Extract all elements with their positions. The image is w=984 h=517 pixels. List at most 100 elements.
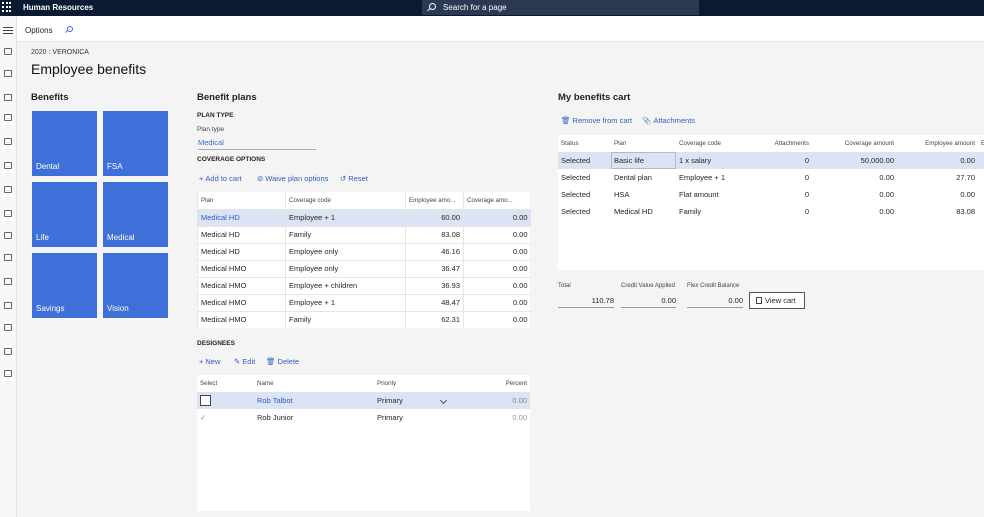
- app-launcher-icon[interactable]: [2, 2, 12, 12]
- plan-type-label: Plan type: [197, 126, 225, 133]
- column-header[interactable]: Plan: [611, 135, 676, 152]
- tile-vision[interactable]: Vision: [103, 253, 168, 318]
- waive-icon: ⊘: [257, 174, 264, 183]
- column-header[interactable]: Percent: [474, 375, 530, 392]
- nav-icon-12[interactable]: [4, 324, 12, 331]
- column-header[interactable]: Select: [197, 375, 254, 392]
- plus-icon: +: [199, 357, 204, 366]
- nav-icon-2[interactable]: [4, 94, 12, 101]
- cell-coverage-code: Employee only: [285, 259, 406, 277]
- cell-coverage-amount: 0.00: [879, 207, 894, 216]
- cell-plan: Medical HD: [197, 225, 286, 243]
- coverage-options-grid: Plan Coverage code Employee amo... Cover…: [197, 192, 531, 328]
- nav-icon-13[interactable]: [4, 348, 12, 355]
- nav-icon-4[interactable]: [4, 138, 12, 145]
- total-label: Total: [558, 283, 571, 289]
- nav-icon-3[interactable]: [4, 114, 12, 121]
- nav-icon-10[interactable]: [4, 278, 12, 285]
- column-header[interactable]: Coverage amo...: [463, 192, 531, 209]
- cell-select[interactable]: [197, 392, 254, 409]
- home-icon[interactable]: [4, 48, 12, 55]
- remove-from-cart-button[interactable]: 🗑 Remove from cart: [561, 116, 632, 125]
- tile-label: Savings: [36, 304, 65, 313]
- cell-coverage-amount: 0.00: [463, 276, 531, 294]
- table-row[interactable]: Medical HD Employee + 1 60.00 0.00: [197, 208, 531, 226]
- column-header[interactable]: Employee amount: [897, 135, 978, 152]
- cell-attachments: 0: [804, 190, 809, 199]
- tile-fsa[interactable]: FSA: [103, 111, 168, 176]
- cell-status: Selected: [561, 173, 591, 182]
- column-header[interactable]: Priority: [374, 375, 474, 392]
- cell-attachments: 0: [804, 207, 809, 216]
- nav-icon-6[interactable]: [4, 186, 12, 193]
- delete-designee-button[interactable]: 🗑 Delete: [266, 357, 299, 366]
- table-row[interactable]: Medical HD Family 83.08 0.00: [197, 225, 531, 243]
- select-checkbox[interactable]: [200, 395, 211, 406]
- cell-plan: Medical HD: [197, 208, 286, 226]
- options-tab[interactable]: Options: [25, 26, 53, 35]
- benefit-plans-title: Benefit plans: [197, 92, 257, 103]
- table-row[interactable]: Selected Dental plan Employee + 1 0 0.00…: [558, 169, 984, 186]
- page-search-box[interactable]: Search for a page: [422, 0, 699, 15]
- column-header[interactable]: Plan: [197, 192, 286, 209]
- tile-medical[interactable]: Medical: [103, 182, 168, 247]
- flex-credit-balance-value: 0.00: [687, 296, 743, 308]
- table-row[interactable]: Medical HMO Employee only 36.47 0.00: [197, 259, 531, 277]
- table-row[interactable]: Medical HMO Employee + children 36.93 0.…: [197, 276, 531, 294]
- table-row[interactable]: Selected Basic life 1 x salary 0 50,000.…: [558, 152, 984, 169]
- column-header[interactable]: Coverage code: [676, 135, 752, 152]
- tile-dental[interactable]: Dental: [32, 111, 97, 176]
- column-header[interactable]: E: [978, 135, 984, 152]
- column-header[interactable]: Attachments: [752, 135, 812, 152]
- reset-button[interactable]: ↺ Reset: [340, 174, 368, 183]
- delete-label: Delete: [277, 357, 300, 366]
- benefits-cart-title: My benefits cart: [558, 92, 631, 103]
- cell-select[interactable]: ✓: [197, 409, 254, 426]
- nav-icon-1[interactable]: [4, 70, 12, 77]
- cell-employee-amount: 62.31: [405, 310, 464, 328]
- plan-type-field[interactable]: Medical: [198, 138, 316, 150]
- cart-icon: [756, 297, 762, 304]
- cell-plan[interactable]: Basic life: [611, 152, 676, 169]
- cell-priority[interactable]: Primary: [374, 392, 474, 409]
- column-header[interactable]: Status: [558, 135, 611, 152]
- edit-designee-button[interactable]: ✎ Edit: [234, 357, 255, 366]
- column-header[interactable]: Coverage amount: [812, 135, 897, 152]
- nav-icon-11[interactable]: [4, 302, 12, 309]
- cell-coverage-code: Employee + 1: [679, 173, 726, 182]
- view-cart-button[interactable]: View cart: [749, 292, 805, 309]
- pencil-icon: ✎: [234, 357, 241, 366]
- table-row[interactable]: Selected HSA Flat amount 0 0.00 0.00: [558, 186, 984, 203]
- new-designee-button[interactable]: + New: [199, 357, 220, 366]
- add-to-cart-button[interactable]: + Add to cart: [199, 174, 242, 183]
- tile-savings[interactable]: Savings: [32, 253, 97, 318]
- waive-plan-options-button[interactable]: ⊘ Waive plan options: [257, 174, 328, 183]
- table-row[interactable]: Medical HMO Employee + 1 48.47 0.00: [197, 293, 531, 311]
- nav-icon-7[interactable]: [4, 210, 12, 217]
- cell-coverage-amount: 0.00: [879, 173, 894, 182]
- table-row[interactable]: Medical HMO Family 62.31 0.00: [197, 310, 531, 328]
- nav-icon-5[interactable]: [4, 162, 12, 169]
- cell-coverage-amount: 0.00: [463, 259, 531, 277]
- chevron-down-icon[interactable]: [439, 396, 447, 405]
- menu-icon[interactable]: [3, 27, 13, 34]
- column-header[interactable]: Name: [254, 375, 374, 392]
- reset-label: Reset: [348, 174, 368, 183]
- search-icon[interactable]: [67, 26, 73, 32]
- table-row[interactable]: Selected Medical HD Family 0 0.00 83.08: [558, 203, 984, 220]
- nav-icon-9[interactable]: [4, 254, 12, 261]
- nav-icon-8[interactable]: [4, 232, 12, 239]
- attachments-button[interactable]: 📎 Attachments: [642, 116, 695, 125]
- column-header[interactable]: Employee amo...: [405, 192, 464, 209]
- app-title[interactable]: Human Resources: [23, 3, 93, 12]
- table-row[interactable]: Medical HD Employee only 46.16 0.00: [197, 242, 531, 260]
- cell-employee-amount: 36.47: [405, 259, 464, 277]
- nav-icon-14[interactable]: [4, 370, 12, 377]
- table-row[interactable]: Rob Talbot Primary 0.00: [197, 392, 530, 409]
- table-row[interactable]: ✓ Rob Junior Primary 0.00: [197, 409, 530, 426]
- cell-employee-amount: 83.08: [956, 207, 975, 216]
- cell-plan: Medical HD: [614, 207, 653, 216]
- column-header[interactable]: Coverage code: [285, 192, 406, 209]
- new-label: New: [205, 357, 221, 366]
- tile-life[interactable]: Life: [32, 182, 97, 247]
